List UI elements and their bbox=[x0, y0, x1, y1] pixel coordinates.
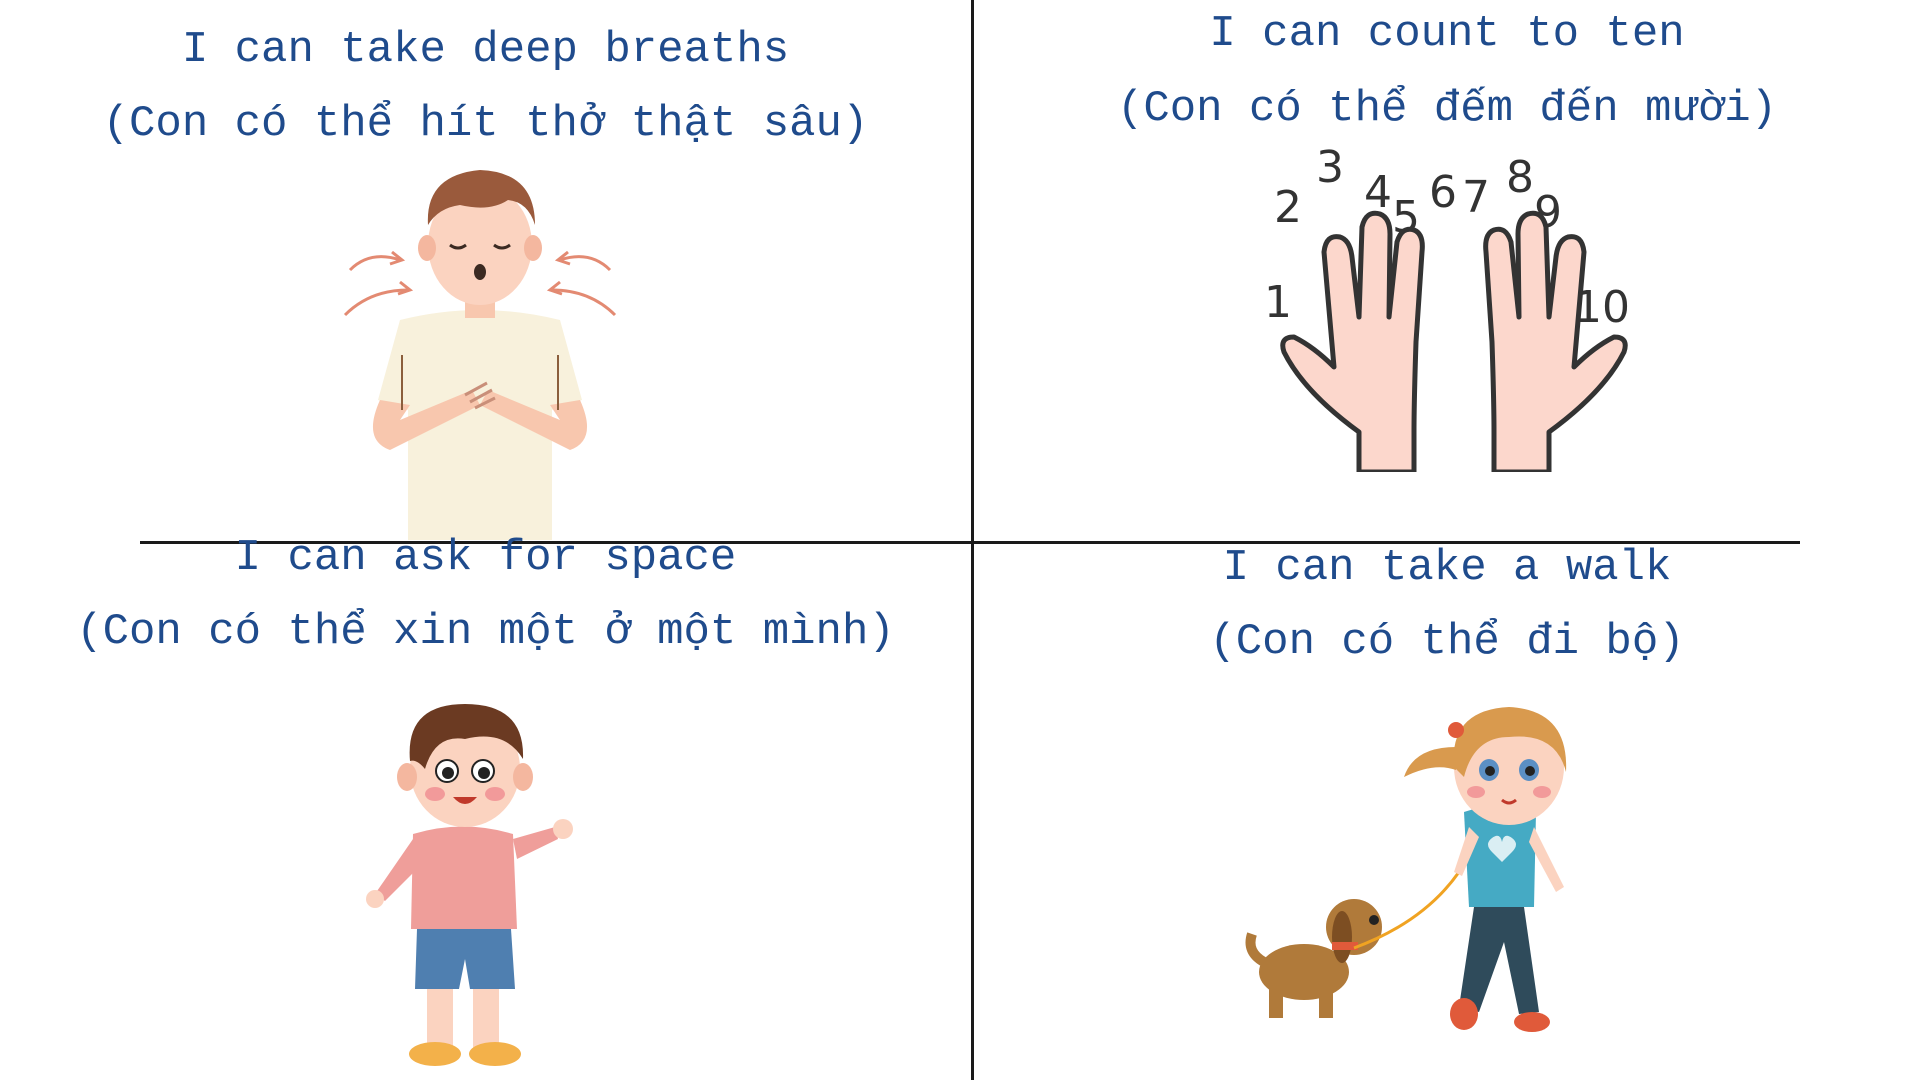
count-number: 6 bbox=[1429, 167, 1457, 218]
count-number: 7 bbox=[1462, 172, 1490, 223]
waving-boy-icon bbox=[366, 704, 573, 1066]
girl-walking-dog-icon bbox=[1245, 707, 1567, 1032]
breathing-boy-icon bbox=[343, 170, 617, 540]
count-number: 1 bbox=[1264, 277, 1292, 328]
panel-subtitle: (Con có thể hít thở thật sâu) bbox=[102, 99, 869, 149]
count-number: 3 bbox=[1316, 142, 1344, 193]
panel-ask-for-space: I can ask for space (Con có thể xin một … bbox=[0, 536, 971, 1080]
count-number: 4 bbox=[1364, 167, 1392, 218]
panel-subtitle: (Con có thể đi bộ) bbox=[1209, 617, 1685, 667]
count-number: 8 bbox=[1506, 152, 1534, 203]
panel-take-a-walk: I can take a walk (Con có thể đi bộ) bbox=[974, 544, 1920, 1080]
panel-title: I can count to ten bbox=[1209, 9, 1685, 59]
panel-count-to-ten: I can count to ten (Con có thể đếm đến m… bbox=[974, 0, 1920, 541]
panel-title: I can take deep breaths bbox=[181, 25, 790, 75]
panel-subtitle: (Con có thể đếm đến mười) bbox=[1116, 84, 1778, 134]
counting-hands-icon: 1 2 3 4 5 6 7 8 9 10 bbox=[1264, 142, 1630, 472]
panel-deep-breaths: I can take deep breaths (Con có thể hít … bbox=[0, 0, 971, 541]
panel-title: I can take a walk bbox=[1222, 543, 1672, 593]
panel-subtitle: (Con có thể xin một ở một mình) bbox=[76, 607, 895, 657]
panel-title: I can ask for space bbox=[234, 533, 737, 583]
count-number: 2 bbox=[1274, 182, 1302, 233]
